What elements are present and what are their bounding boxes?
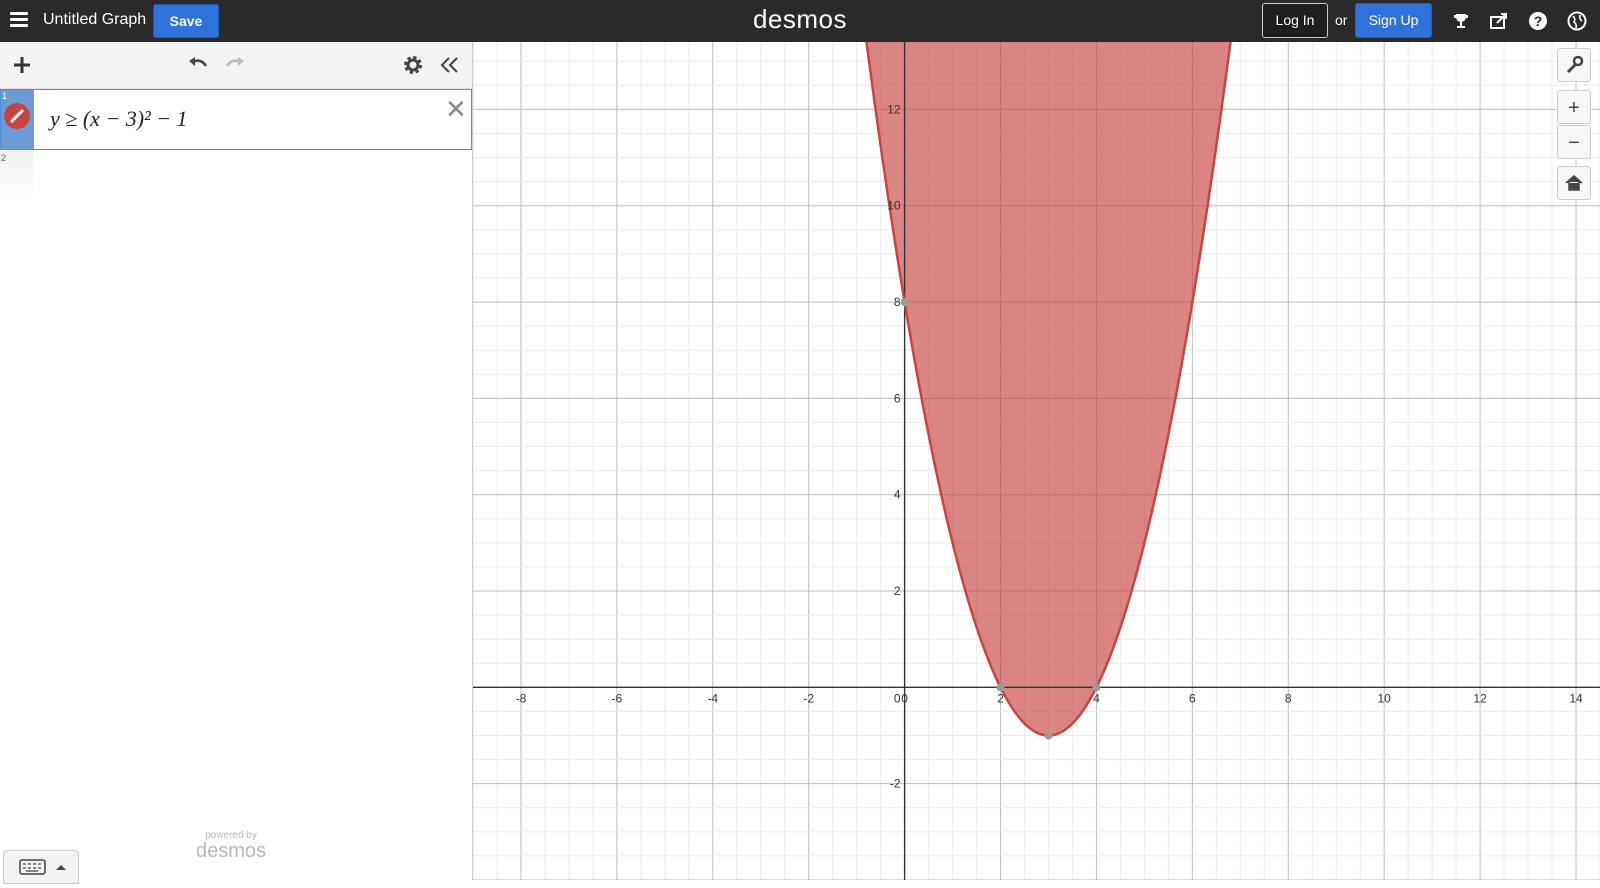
menu-icon[interactable] <box>8 9 30 31</box>
y-tick-label: -2 <box>890 777 901 791</box>
point-of-interest <box>996 683 1005 692</box>
undo-icon[interactable] <box>185 52 211 78</box>
home-icon[interactable] <box>1557 166 1591 200</box>
y-tick-label: 10 <box>887 199 901 213</box>
expression-tab: 1 <box>1 90 34 149</box>
powered-by-logo: desmos <box>196 840 267 862</box>
x-tick-label: 4 <box>1093 691 1100 705</box>
y-tick-label: 4 <box>894 488 901 502</box>
empty-expression-item[interactable]: 2 <box>0 150 33 200</box>
point-of-interest <box>900 298 909 307</box>
expression-panel: 1 y ≥ (x − 3)² − 1 ✕ 2 powered by desmos <box>0 42 473 884</box>
expression-input[interactable]: y ≥ (x − 3)² − 1 <box>50 106 188 132</box>
y-tick-label: 2 <box>894 584 901 598</box>
expression-item[interactable]: 1 y ≥ (x − 3)² − 1 ✕ <box>0 89 472 150</box>
point-of-interest <box>1092 683 1101 692</box>
zoom-out-button[interactable]: − <box>1557 125 1591 159</box>
zoom-in-button[interactable]: + <box>1557 90 1591 124</box>
signup-button[interactable]: Sign Up <box>1355 3 1432 38</box>
x-tick-label: 2 <box>997 691 1004 705</box>
origin-label: 0 <box>894 691 901 705</box>
expression-toolbar <box>0 42 472 89</box>
or-text: or <box>1335 12 1348 28</box>
x-tick-label: 8 <box>1285 691 1292 705</box>
settings-gear-icon[interactable] <box>400 52 426 78</box>
point-of-interest <box>1044 731 1053 740</box>
collapse-panel-icon[interactable] <box>437 52 463 78</box>
help-icon[interactable]: ? <box>1528 11 1548 31</box>
graph-paper[interactable]: -8 -6 -4 -2 0 2 4 6 8 10 12 14 -2 2 4 6 8 10 12 0 <box>473 42 1600 880</box>
graph-canvas[interactable]: -8 -6 -4 -2 0 2 4 6 8 10 12 14 -2 2 4 6 8 10 12 0 <box>473 42 1600 880</box>
x-tick-label: 14 <box>1569 691 1583 705</box>
x-tick-label: -2 <box>803 691 814 705</box>
x-tick-label: -4 <box>707 691 718 705</box>
y-tick-label: 6 <box>894 391 901 405</box>
keyboard-icon <box>19 859 66 875</box>
y-tick-label: 12 <box>887 102 901 116</box>
expression-index: 1 <box>2 91 8 101</box>
top-bar: Untitled Graph Save desmos Log In or Sig… <box>0 0 1600 42</box>
graph-title[interactable]: Untitled Graph <box>43 11 146 29</box>
login-button[interactable]: Log In <box>1262 3 1328 38</box>
x-tick-label: 10 <box>1378 691 1392 705</box>
x-tick-label: 6 <box>1189 691 1196 705</box>
add-item-icon[interactable] <box>9 52 35 78</box>
expression-index: 2 <box>1 153 7 163</box>
color-toggle-icon[interactable] <box>4 103 30 129</box>
x-tick-label: -8 <box>516 691 527 705</box>
share-icon[interactable] <box>1489 11 1509 31</box>
x-tick-label: -6 <box>612 691 623 705</box>
keyboard-toggle-button[interactable] <box>3 850 79 884</box>
redo-icon[interactable] <box>222 52 248 78</box>
graph-settings-wrench-icon[interactable] <box>1557 48 1591 82</box>
svg-text:?: ? <box>1534 13 1543 29</box>
powered-by-desmos: powered by desmos <box>196 830 266 861</box>
x-tick-label: 0 <box>901 691 908 705</box>
delete-expression-icon[interactable]: ✕ <box>445 94 467 125</box>
globe-icon[interactable] <box>1567 11 1587 31</box>
y-tick-label: 8 <box>894 295 901 309</box>
trophy-icon[interactable] <box>1451 11 1471 31</box>
save-button[interactable]: Save <box>153 4 219 38</box>
x-tick-label: 12 <box>1473 691 1487 705</box>
